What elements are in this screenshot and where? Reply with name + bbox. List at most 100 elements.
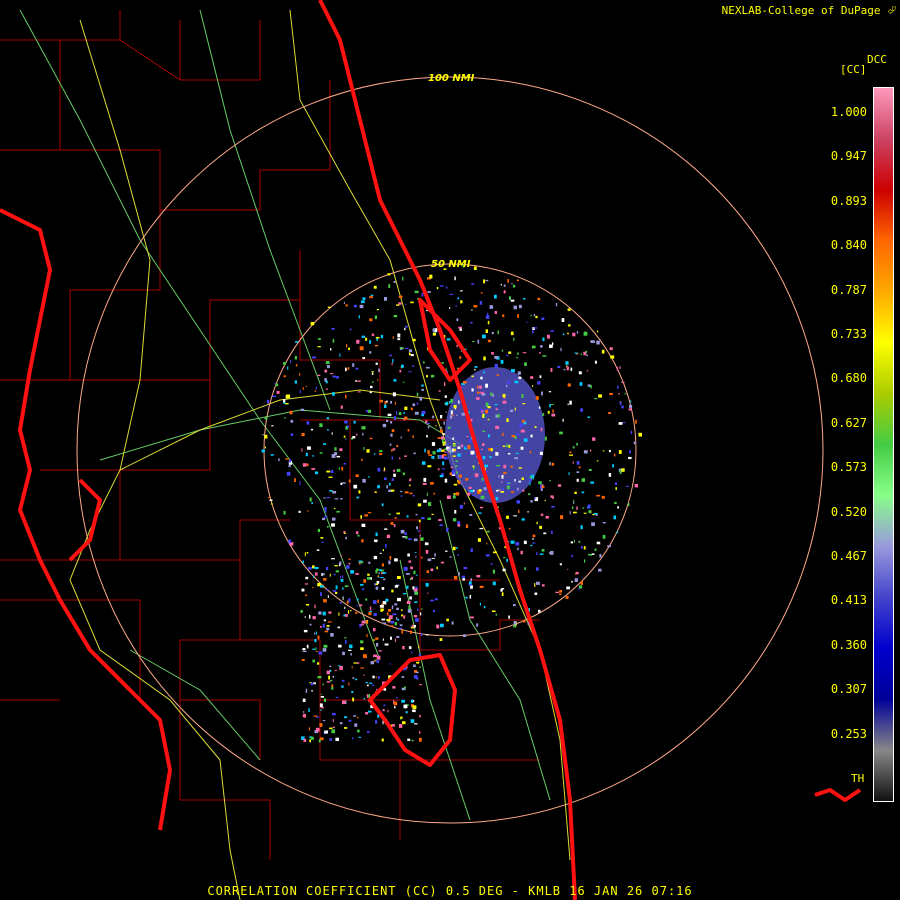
echo-pixel <box>418 731 421 734</box>
echo-pixel <box>432 451 436 455</box>
echo-pixel <box>376 309 379 311</box>
echo-pixel <box>322 517 326 521</box>
echo-pixel <box>414 591 418 595</box>
echo-pixel <box>328 675 330 680</box>
echo-pixel <box>460 300 463 304</box>
echo-pixel <box>406 585 409 589</box>
echo-pixel <box>371 684 375 686</box>
echo-pixel <box>346 565 350 569</box>
echo-pixel <box>394 622 397 626</box>
echo-pixel <box>391 362 393 366</box>
echo-pixel <box>440 623 444 628</box>
echo-pixel <box>503 557 506 559</box>
ring-label-100: 100 NMI <box>428 73 475 84</box>
echo-pixel <box>399 457 401 460</box>
echo-pixel <box>586 354 588 357</box>
echo-pixel <box>492 581 496 586</box>
echo-pixel <box>508 444 511 448</box>
echo-pixel <box>372 639 376 641</box>
echo-pixel <box>338 644 342 648</box>
echo-pixel <box>502 400 507 404</box>
echo-pixel <box>326 625 330 627</box>
echo-pixel <box>612 464 614 468</box>
echo-pixel <box>478 489 482 492</box>
echo-pixel <box>356 598 359 601</box>
echo-pixel <box>539 553 544 555</box>
echo-pixel <box>275 383 279 387</box>
echo-pixel <box>482 443 485 446</box>
echo-pixel <box>376 688 378 691</box>
echo-pixel <box>329 665 332 668</box>
echo-pixel <box>538 406 541 409</box>
echo-pixel <box>539 375 542 379</box>
echo-pixel <box>312 616 316 620</box>
echo-pixel <box>324 369 328 373</box>
echo-pixel <box>320 696 324 698</box>
echo-pixel <box>590 449 592 452</box>
echo-pixel <box>408 349 413 352</box>
echo-pixel <box>345 304 348 307</box>
echo-pixel <box>470 585 473 589</box>
echo-pixel <box>560 515 564 520</box>
echo-pixel <box>318 739 321 743</box>
echo-pixel <box>590 340 595 343</box>
echo-pixel <box>413 588 418 592</box>
echo-pixel <box>426 492 428 497</box>
echo-pixel <box>619 470 622 474</box>
echo-pixel <box>495 408 498 411</box>
echo-pixel <box>583 331 588 336</box>
echo-pixel <box>430 482 434 485</box>
echo-pixel <box>618 450 622 454</box>
echo-pixel <box>408 352 411 356</box>
echo-pixel <box>454 510 457 514</box>
echo-pixel <box>375 583 378 585</box>
echo-pixel <box>541 485 545 489</box>
echo-pixel <box>549 462 551 466</box>
echo-pixel <box>377 485 380 489</box>
echo-pixel <box>340 498 343 500</box>
echo-pixel <box>397 576 401 579</box>
echo-pixel <box>332 491 337 494</box>
echo-pixel <box>474 369 476 371</box>
echo-pixel <box>431 456 435 459</box>
echo-pixel <box>576 331 579 334</box>
echo-pixel <box>536 581 540 585</box>
echo-pixel <box>487 418 490 421</box>
echo-pixel <box>343 435 346 438</box>
echo-pixel <box>396 512 400 515</box>
echo-pixel <box>483 487 487 491</box>
echo-pixel <box>421 410 426 415</box>
echo-pixel <box>326 681 331 683</box>
echo-pixel <box>539 525 542 529</box>
echo-pixel <box>390 625 394 627</box>
echo-pixel <box>489 305 494 309</box>
echo-pixel <box>569 400 572 405</box>
echo-pixel <box>498 475 500 478</box>
echo-pixel <box>369 318 373 322</box>
echo-pixel <box>373 453 376 455</box>
echo-pixel <box>571 554 573 558</box>
echo-pixel <box>510 331 514 336</box>
echo-pixel <box>550 495 554 498</box>
echo-pixel <box>527 511 529 513</box>
echo-pixel <box>494 294 497 299</box>
echo-pixel <box>390 636 392 640</box>
echo-pixel <box>463 502 465 505</box>
echo-pixel <box>355 474 359 477</box>
echo-pixel <box>543 532 547 535</box>
echo-pixel <box>278 458 280 462</box>
echo-pixel <box>320 537 324 539</box>
echo-pixel <box>405 325 408 328</box>
echo-pixel <box>287 366 289 370</box>
echo-pixel <box>420 537 424 541</box>
echo-pixel <box>550 367 553 372</box>
echo-pixel <box>592 437 596 441</box>
echo-pixel <box>628 408 632 411</box>
echo-pixel <box>416 526 419 530</box>
echo-pixel <box>570 541 573 544</box>
echo-pixel <box>343 614 346 617</box>
echo-pixel <box>444 382 446 386</box>
echo-pixel <box>437 468 440 471</box>
echo-pixel <box>392 724 395 727</box>
echo-pixel <box>534 583 536 587</box>
